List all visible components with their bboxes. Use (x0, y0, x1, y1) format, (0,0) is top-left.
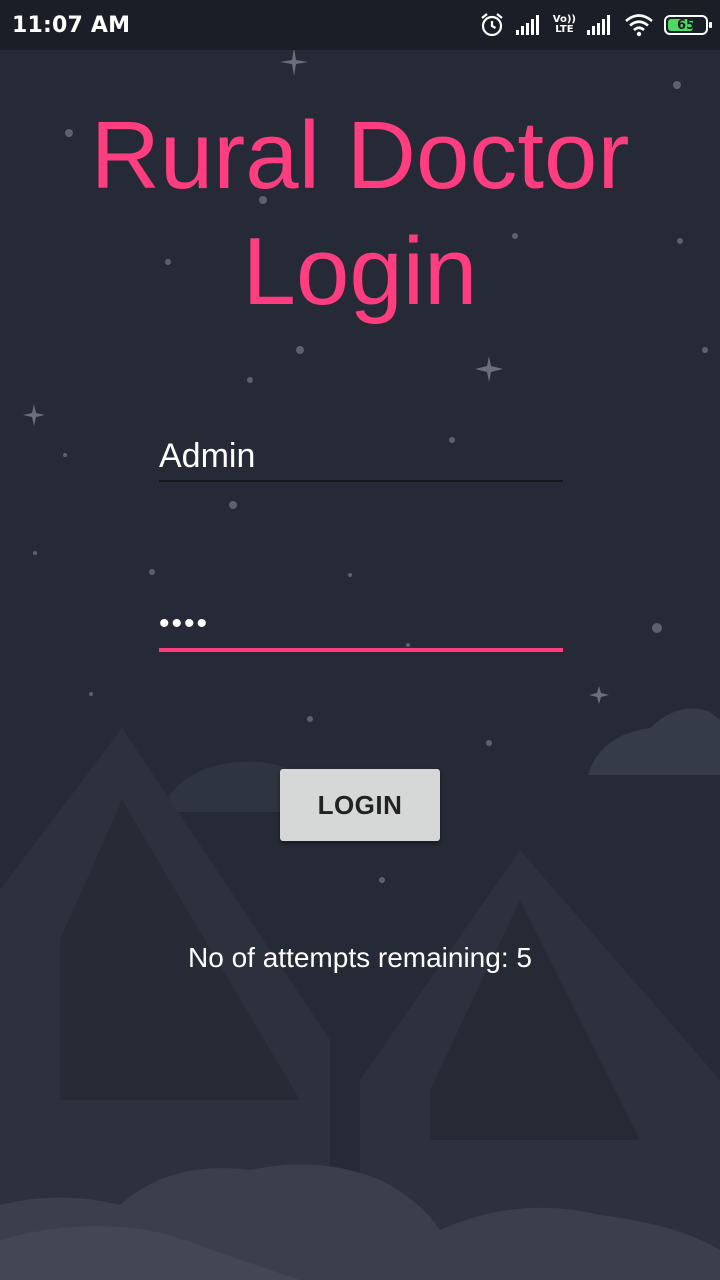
signal-icon (515, 14, 543, 36)
battery-percent: 65 (676, 17, 696, 33)
signal-icon (586, 14, 614, 36)
password-input[interactable] (159, 600, 563, 652)
page-title: Rural Doctor Login (90, 102, 630, 325)
wifi-icon (624, 13, 654, 37)
status-bar: 11:07 AM Vo)) LTE 65 (0, 0, 720, 50)
attempts-remaining-text: No of attempts remaining: 5 (188, 942, 532, 973)
login-button[interactable]: LOGIN (280, 769, 440, 841)
status-time: 11:07 AM (12, 12, 131, 38)
lte-label: LTE (555, 24, 574, 35)
volte-icon: Vo)) LTE (553, 15, 576, 35)
login-screen: Rural Doctor Login LOGIN No of attempts … (0, 0, 720, 1280)
username-input[interactable] (159, 432, 563, 482)
alarm-icon (479, 12, 505, 38)
battery-icon: 65 (664, 15, 712, 35)
status-icons: Vo)) LTE 65 (479, 12, 712, 38)
